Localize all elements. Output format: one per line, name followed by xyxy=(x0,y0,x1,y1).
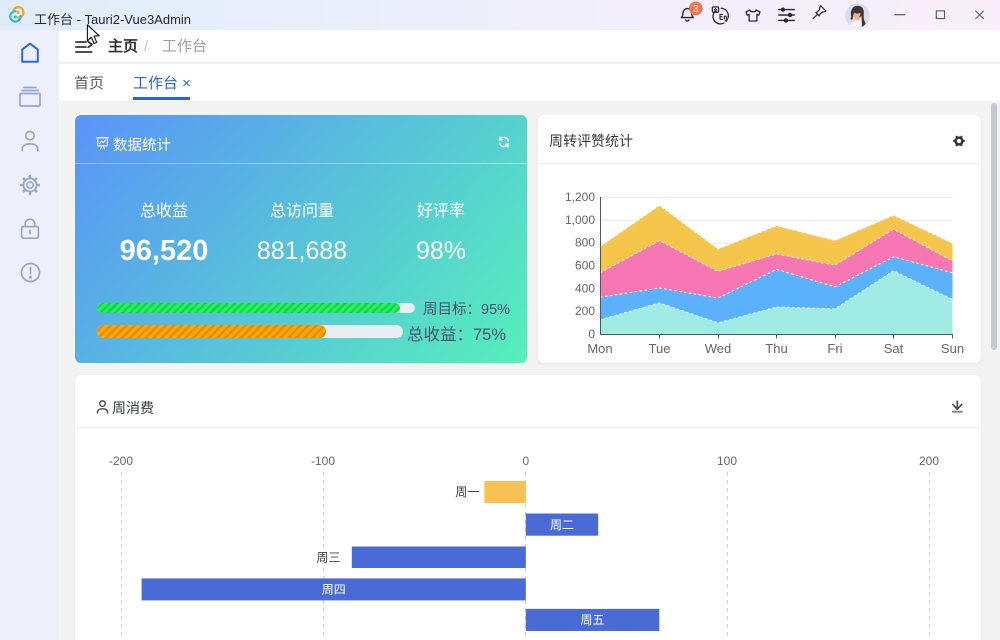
svg-text:Thu: Thu xyxy=(765,341,787,356)
svg-text:周五: 周五 xyxy=(580,613,604,627)
svg-text:Sun: Sun xyxy=(941,341,964,356)
svg-text:周三: 周三 xyxy=(316,551,340,565)
svg-text:800: 800 xyxy=(575,236,595,250)
svg-text:1,200: 1,200 xyxy=(565,190,595,204)
svg-text:0: 0 xyxy=(588,327,595,341)
svg-text:Wed: Wed xyxy=(705,341,732,356)
svg-text:3: 3 xyxy=(693,4,699,15)
svg-text:-200: -200 xyxy=(109,454,133,468)
svg-text:400: 400 xyxy=(575,281,595,295)
svg-text:1,000: 1,000 xyxy=(565,213,595,227)
svg-text:周一: 周一 xyxy=(455,485,479,499)
svg-text:600: 600 xyxy=(575,259,595,273)
svg-text:Mon: Mon xyxy=(587,341,612,356)
svg-text:Tue: Tue xyxy=(649,341,671,356)
svg-text:Sat: Sat xyxy=(884,341,904,356)
svg-text:200: 200 xyxy=(919,454,939,468)
svg-text:100: 100 xyxy=(717,454,737,468)
svg-text:周二: 周二 xyxy=(550,518,574,532)
svg-text:0: 0 xyxy=(522,454,529,468)
svg-text:周四: 周四 xyxy=(322,583,346,597)
svg-text:Fri: Fri xyxy=(827,341,842,356)
svg-text:200: 200 xyxy=(575,304,595,318)
svg-text:-100: -100 xyxy=(311,454,335,468)
